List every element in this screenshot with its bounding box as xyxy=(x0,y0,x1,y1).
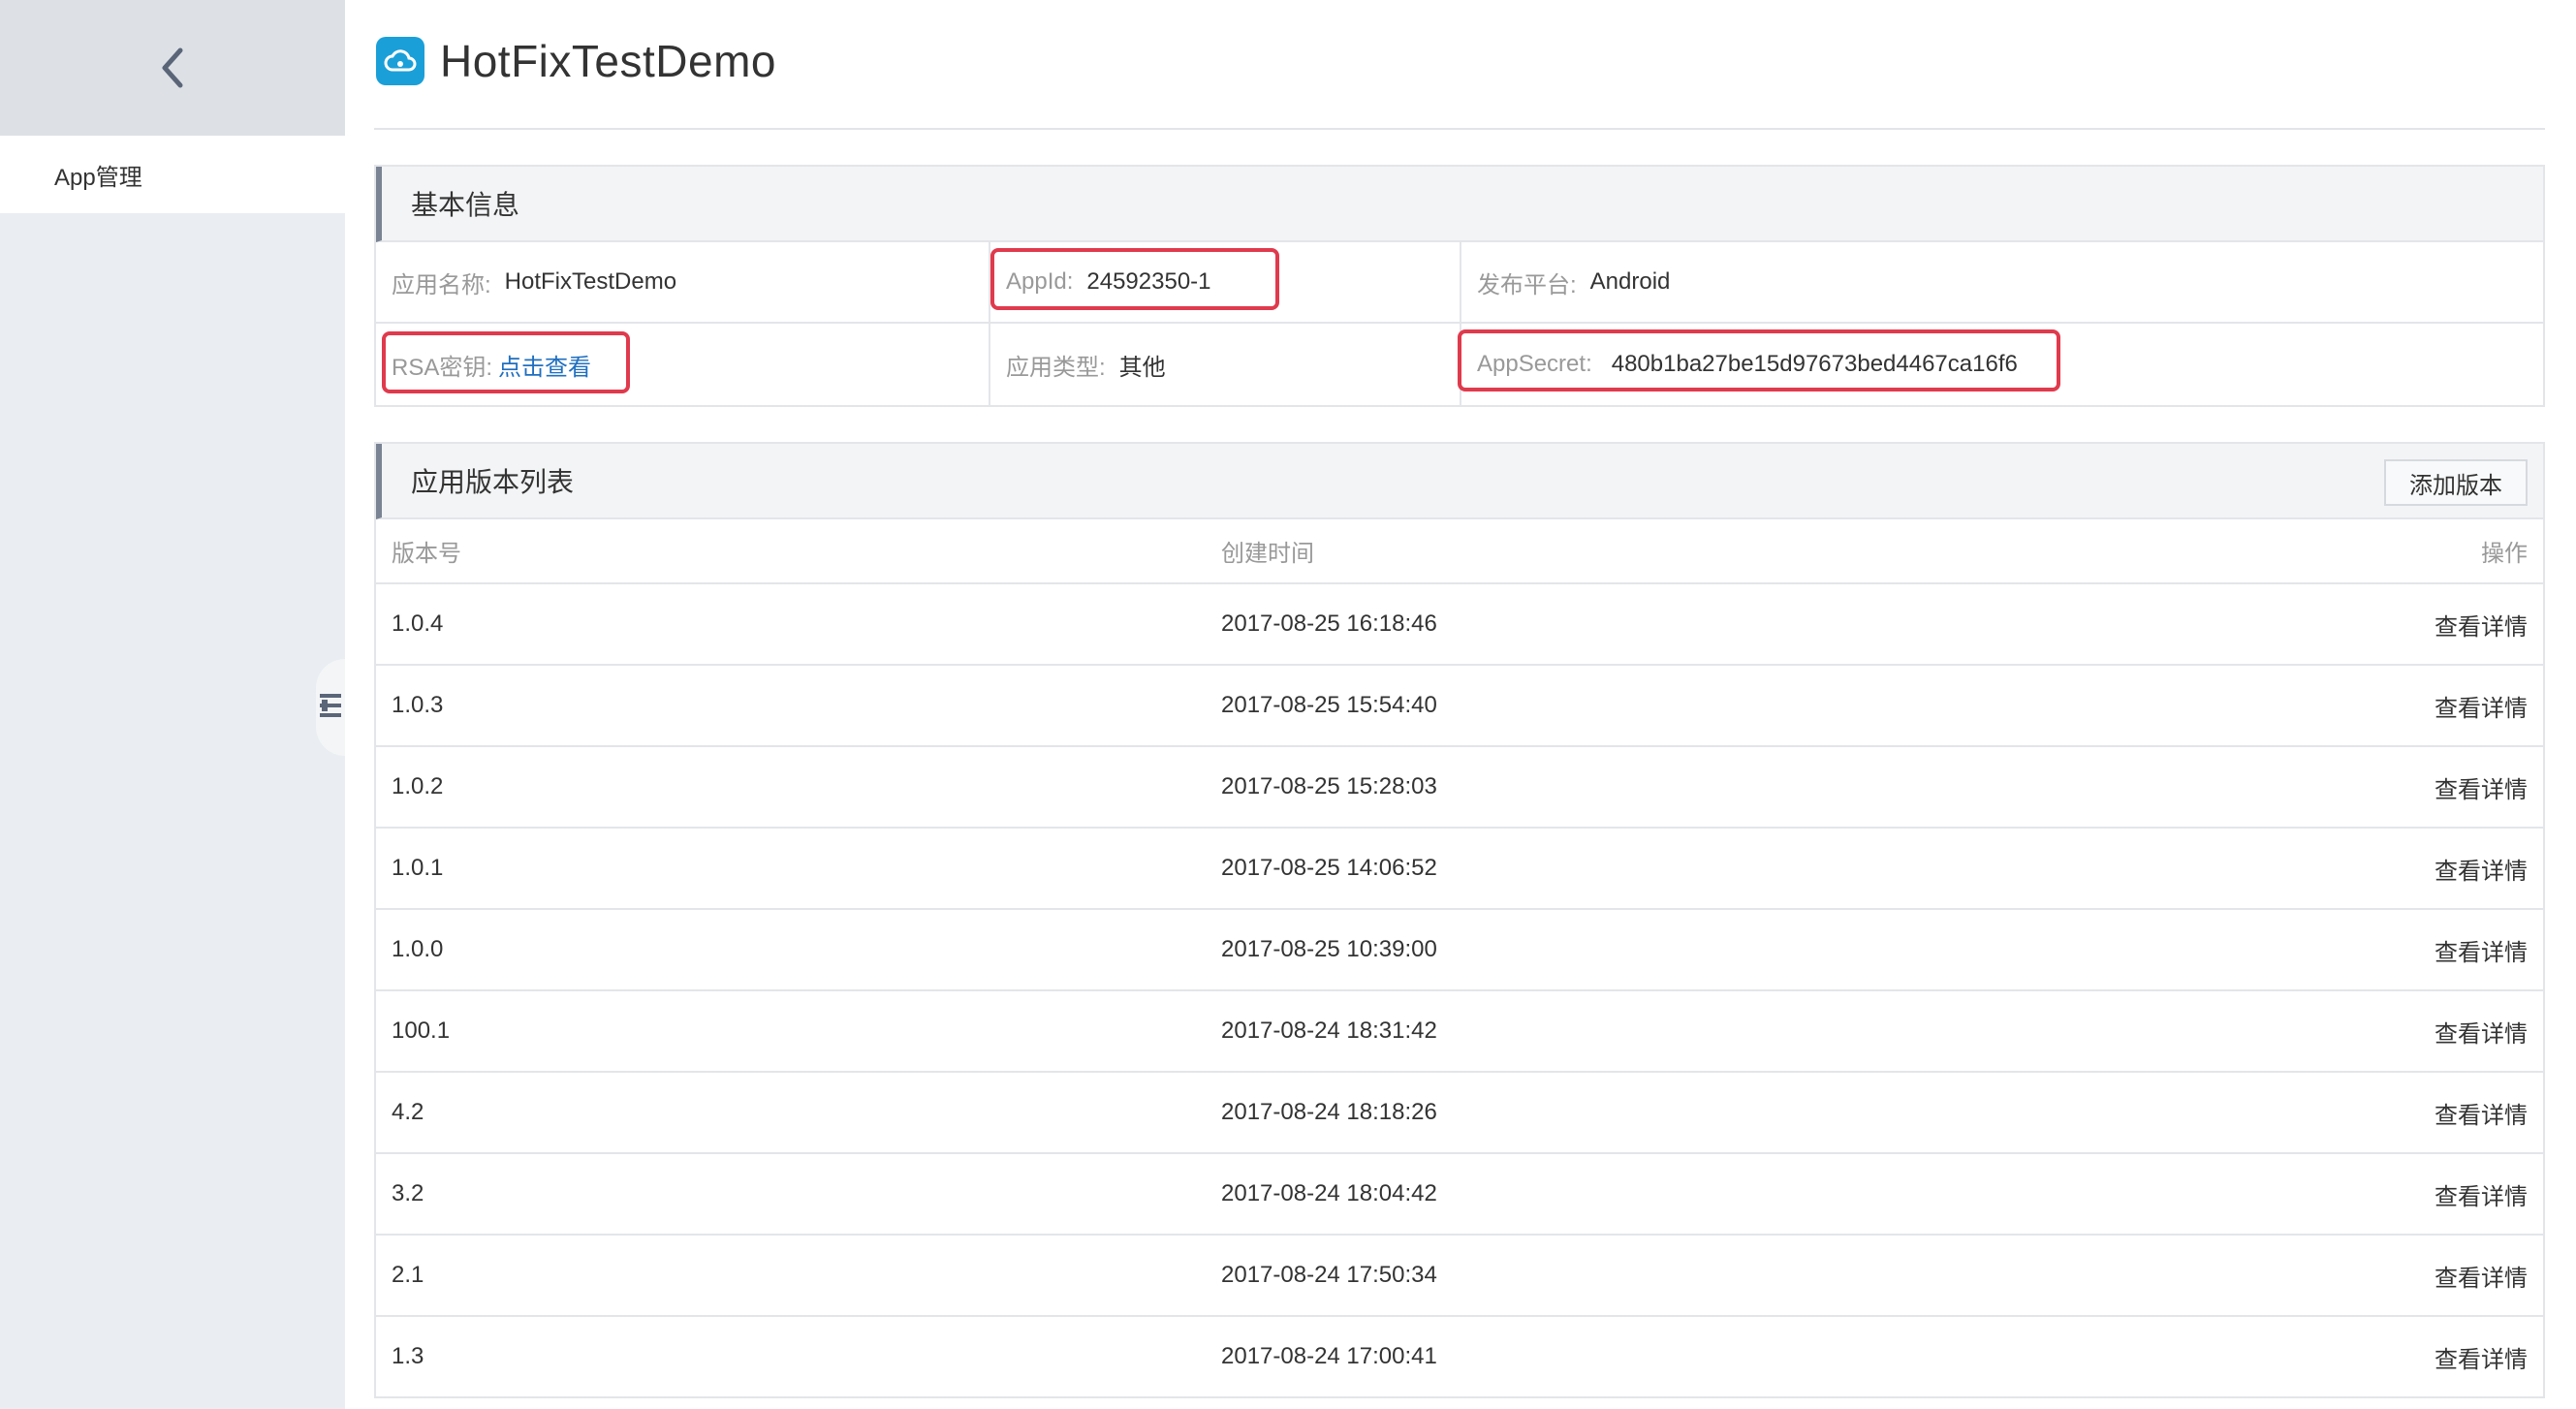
version-cell: 1.0.0 xyxy=(376,909,1206,991)
column-header-action: 操作 xyxy=(2116,519,2543,584)
sidebar-item-label: App管理 xyxy=(54,164,142,191)
sidebar-header xyxy=(0,0,345,136)
created-cell: 2017-08-25 15:28:03 xyxy=(1206,746,2117,829)
appid-label: AppId: xyxy=(1006,268,1074,295)
sidebar: App管理 xyxy=(0,0,345,1409)
rsa-label: RSA密钥: xyxy=(392,354,493,381)
view-details-link[interactable]: 查看详情 xyxy=(2116,665,2543,747)
sidebar-item-app-management[interactable]: App管理 xyxy=(0,136,345,213)
sidebar-collapse-handle[interactable] xyxy=(316,659,345,756)
basic-info-panel: 基本信息 应用名称: HotFixTestDemo AppId: 2459235… xyxy=(374,165,2545,407)
created-cell: 2017-08-24 17:00:41 xyxy=(1206,1316,2117,1398)
collapse-icon xyxy=(320,691,341,725)
version-cell: 1.3 xyxy=(376,1316,1206,1398)
page-header: HotFixTestDemo xyxy=(374,0,2545,130)
platform-label: 发布平台: xyxy=(1477,271,1577,298)
info-row: 应用名称: HotFixTestDemo AppId: 24592350-1 发… xyxy=(376,242,2543,324)
version-cell: 1.0.4 xyxy=(376,583,1206,666)
view-details-link[interactable]: 查看详情 xyxy=(2116,1316,2543,1398)
versions-heading: 应用版本列表 添加版本 xyxy=(376,444,2543,519)
view-details-link[interactable]: 查看详情 xyxy=(2116,746,2543,829)
basic-info-heading: 基本信息 xyxy=(376,167,2543,242)
view-details-link[interactable]: 查看详情 xyxy=(2116,1072,2543,1154)
table-row: 4.2 2017-08-24 18:18:26 查看详情 xyxy=(376,1072,2543,1154)
versions-table: 版本号 创建时间 操作 1.0.4 2017-08-25 16:18:46 查看详情… xyxy=(376,519,2543,1398)
view-details-link[interactable]: 查看详情 xyxy=(2116,1153,2543,1236)
version-cell: 3.2 xyxy=(376,1153,1206,1236)
view-details-link[interactable]: 查看详情 xyxy=(2116,990,2543,1073)
rsa-cell: RSA密钥: 点击查看 xyxy=(376,324,989,405)
created-cell: 2017-08-25 14:06:52 xyxy=(1206,828,2117,910)
version-cell: 1.0.2 xyxy=(376,746,1206,829)
view-details-link[interactable]: 查看详情 xyxy=(2116,828,2543,910)
column-header-created: 创建时间 xyxy=(1206,519,2117,584)
info-row: RSA密钥: 点击查看 应用类型: 其他 AppSecret: 480b1ba2… xyxy=(376,324,2543,405)
table-row: 3.2 2017-08-24 18:04:42 查看详情 xyxy=(376,1153,2543,1236)
type-cell: 应用类型: 其他 xyxy=(989,324,1460,405)
created-cell: 2017-08-24 18:31:42 xyxy=(1206,990,2117,1073)
table-row: 1.0.0 2017-08-25 10:39:00 查看详情 xyxy=(376,909,2543,991)
versions-table-body: 1.0.4 2017-08-25 16:18:46 查看详情 1.0.3 2017-0… xyxy=(376,583,2543,1398)
table-row: 1.0.2 2017-08-25 15:28:03 查看详情 xyxy=(376,746,2543,829)
platform-cell: 发布平台: Android xyxy=(1460,242,2543,322)
table-row: 1.3 2017-08-24 17:00:41 查看详情 xyxy=(376,1316,2543,1398)
table-row: 100.1 2017-08-24 18:31:42 查看详情 xyxy=(376,990,2543,1073)
created-cell: 2017-08-24 18:04:42 xyxy=(1206,1153,2117,1236)
appid-value: 24592350-1 xyxy=(1086,268,1211,295)
version-cell: 2.1 xyxy=(376,1235,1206,1317)
table-row: 1.0.3 2017-08-25 15:54:40 查看详情 xyxy=(376,665,2543,747)
app-name-label: 应用名称: xyxy=(392,271,491,298)
view-details-link[interactable]: 查看详情 xyxy=(2116,909,2543,991)
created-cell: 2017-08-25 15:54:40 xyxy=(1206,665,2117,747)
appid-cell: AppId: 24592350-1 xyxy=(989,242,1460,322)
page-title: HotFixTestDemo xyxy=(440,36,776,86)
created-cell: 2017-08-25 10:39:00 xyxy=(1206,909,2117,991)
table-header-row: 版本号 创建时间 操作 xyxy=(376,519,2543,584)
table-row: 1.0.1 2017-08-25 14:06:52 查看详情 xyxy=(376,828,2543,910)
created-cell: 2017-08-24 18:18:26 xyxy=(1206,1072,2117,1154)
version-cell: 1.0.3 xyxy=(376,665,1206,747)
app-name-cell: 应用名称: HotFixTestDemo xyxy=(376,242,989,322)
table-row: 2.1 2017-08-24 17:50:34 查看详情 xyxy=(376,1235,2543,1317)
type-value: 其他 xyxy=(1118,354,1166,381)
app-name-value: HotFixTestDemo xyxy=(504,268,677,295)
type-label: 应用类型: xyxy=(1006,354,1106,381)
view-details-link[interactable]: 查看详情 xyxy=(2116,583,2543,666)
chevron-left-icon[interactable] xyxy=(153,39,192,97)
view-details-link[interactable]: 查看详情 xyxy=(2116,1235,2543,1317)
column-header-version: 版本号 xyxy=(376,519,1206,584)
created-cell: 2017-08-24 17:50:34 xyxy=(1206,1235,2117,1317)
created-cell: 2017-08-25 16:18:46 xyxy=(1206,583,2117,666)
platform-value: Android xyxy=(1589,268,1671,295)
section-title: 应用版本列表 xyxy=(411,467,575,497)
versions-panel: 应用版本列表 添加版本 版本号 创建时间 操作 1.0.4 2017-08-25 … xyxy=(374,442,2545,1398)
secret-cell: AppSecret: 480b1ba27be15d97673bed4467ca1… xyxy=(1458,324,2543,405)
basic-info-grid: 应用名称: HotFixTestDemo AppId: 24592350-1 发… xyxy=(376,242,2543,405)
cloud-app-icon xyxy=(376,37,424,85)
version-cell: 1.0.1 xyxy=(376,828,1206,910)
section-title: 基本信息 xyxy=(411,190,520,220)
table-row: 1.0.4 2017-08-25 16:18:46 查看详情 xyxy=(376,583,2543,666)
secret-value: 480b1ba27be15d97673bed4467ca16f6 xyxy=(1611,351,2018,377)
rsa-view-link[interactable]: 点击查看 xyxy=(498,348,591,382)
main-content: HotFixTestDemo 基本信息 应用名称: HotFixTestDemo… xyxy=(374,0,2545,1409)
secret-label: AppSecret: xyxy=(1477,351,1592,377)
version-cell: 100.1 xyxy=(376,990,1206,1073)
version-cell: 4.2 xyxy=(376,1072,1206,1154)
add-version-button[interactable]: 添加版本 xyxy=(2384,459,2528,506)
